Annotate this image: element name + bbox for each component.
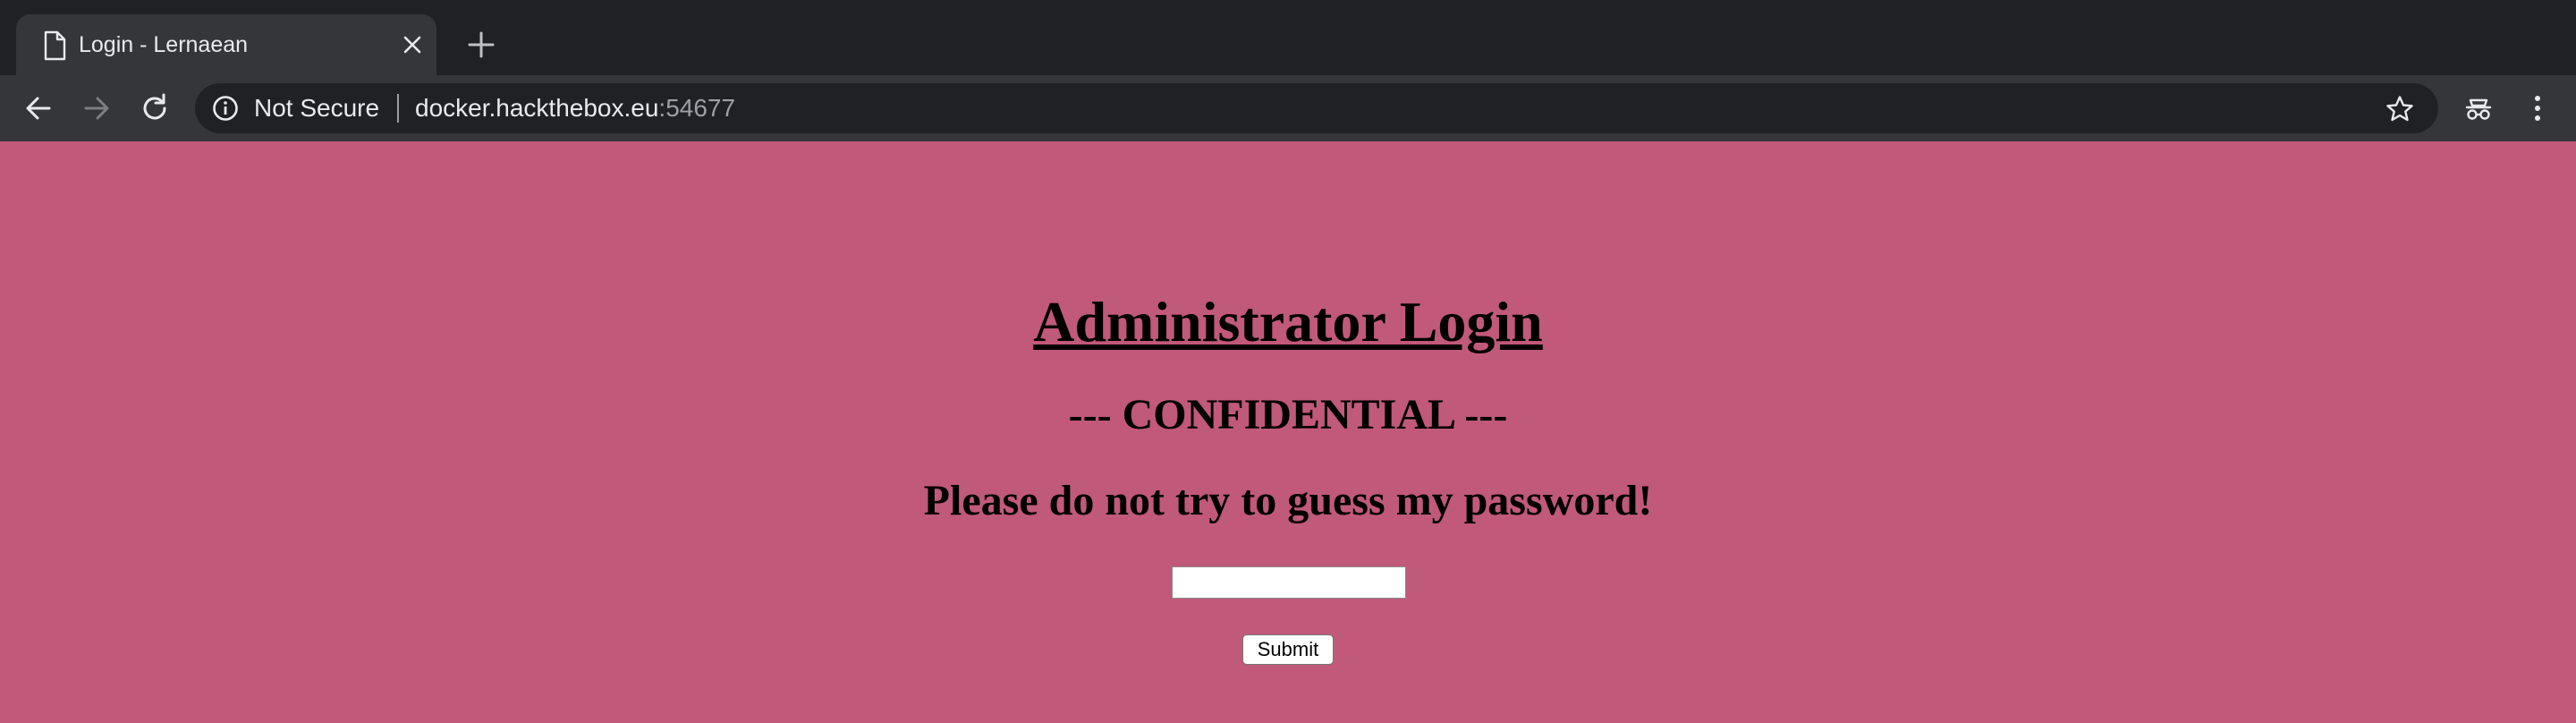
incognito-extension-icon[interactable] <box>2462 91 2496 125</box>
tab-strip: Login - Lernaean <box>0 0 2576 75</box>
password-warning-heading: Please do not try to guess my password! <box>923 477 1653 524</box>
page-viewport: Administrator Login --- CONFIDENTIAL ---… <box>0 141 2576 723</box>
reload-icon[interactable] <box>138 91 172 125</box>
bookmark-star-icon[interactable] <box>2385 94 2415 124</box>
url-host: docker.hackthebox.eu <box>415 94 659 122</box>
submit-button[interactable]: Submit <box>1242 634 1334 665</box>
new-tab-icon[interactable] <box>465 29 497 61</box>
address-bar[interactable]: Not Secure docker.hackthebox.eu:54677 <box>195 83 2438 133</box>
forward-arrow-icon[interactable] <box>80 91 114 125</box>
page-title: Administrator Login <box>1033 290 1543 353</box>
tab-active[interactable]: Login - Lernaean <box>16 14 436 75</box>
omnibox-divider <box>397 94 399 123</box>
confidential-heading: --- CONFIDENTIAL --- <box>1068 391 1508 438</box>
browser-toolbar: Not Secure docker.hackthebox.eu:54677 <box>0 75 2576 141</box>
tab-title: Login - Lernaean <box>79 32 249 57</box>
url-port: :54677 <box>658 94 736 122</box>
info-icon[interactable] <box>211 94 240 123</box>
password-input[interactable] <box>1172 566 1406 599</box>
url-text[interactable]: docker.hackthebox.eu:54677 <box>415 93 735 123</box>
document-icon <box>41 30 68 61</box>
browser-window: Login - Lernaean Not Secure docker.hackt… <box>0 0 2576 723</box>
close-icon[interactable] <box>398 30 427 59</box>
security-status-label[interactable]: Not Secure <box>254 93 379 123</box>
back-arrow-icon[interactable] <box>21 91 55 125</box>
kebab-menu-icon[interactable] <box>2521 91 2555 125</box>
